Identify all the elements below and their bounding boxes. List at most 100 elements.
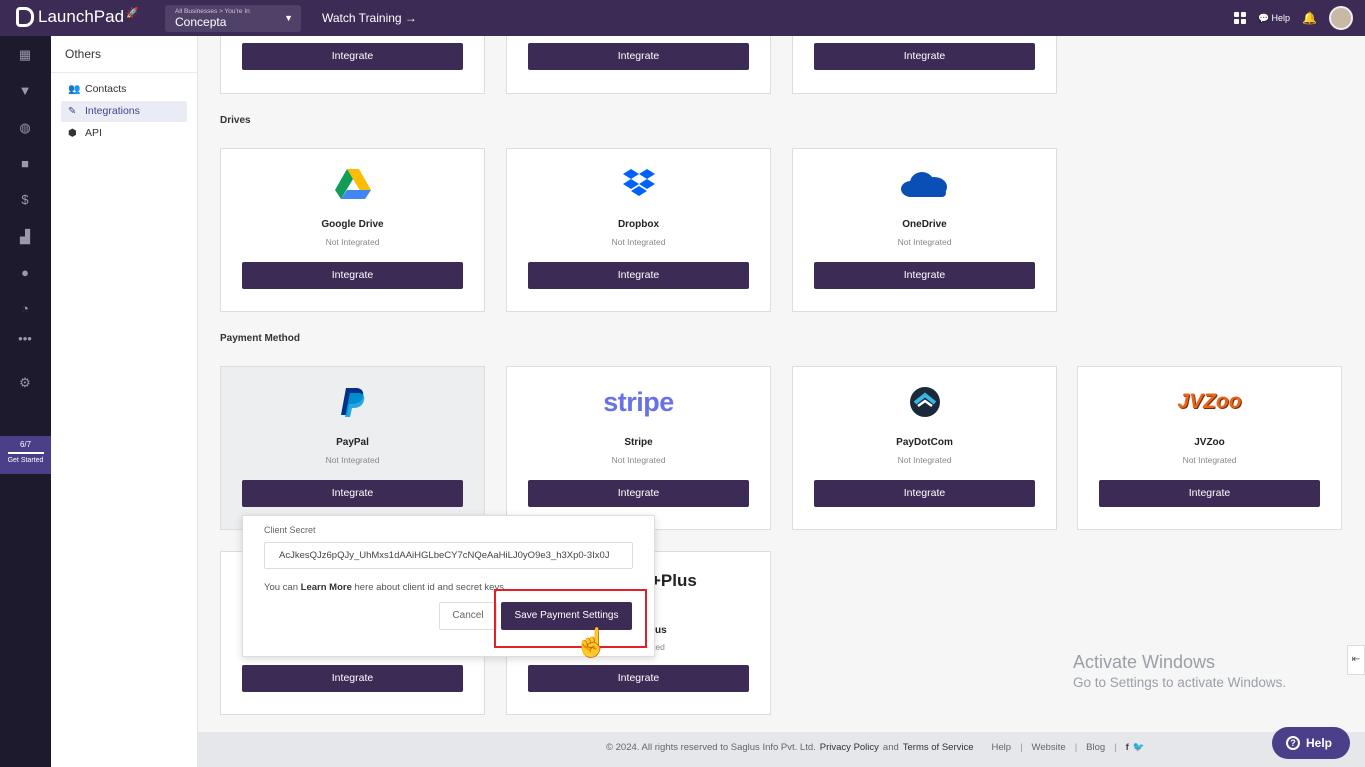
more-icon[interactable]: •••	[18, 332, 32, 346]
get-started-label: Get Started	[7, 457, 44, 464]
integration-name: OneDrive	[902, 219, 947, 230]
business-select[interactable]: All Businesses > You're In Concepta ▼	[165, 5, 301, 32]
integration-status: Not Integrated	[611, 455, 666, 465]
funnel-icon[interactable]: ▼	[18, 84, 32, 98]
footer-copyright: © 2024. All rights reserved to Saglus In…	[606, 742, 816, 753]
avatar[interactable]	[1329, 6, 1353, 30]
people-icon[interactable]: ●	[18, 266, 32, 280]
business-select-caption: All Businesses > You're In	[175, 8, 250, 15]
integrate-button[interactable]: Integrate	[528, 665, 749, 692]
integration-card-partial: Integrate	[506, 36, 771, 94]
highlight-box	[494, 589, 647, 648]
footer-website-link[interactable]: Website	[1032, 742, 1066, 753]
rocket-icon: 🚀	[126, 7, 139, 19]
watch-training-link[interactable]: Watch Training →	[322, 11, 417, 25]
analytics-icon[interactable]: ▟	[18, 230, 32, 244]
integration-card-paydotcom: PayDotCom Not Integrated Integrate	[792, 366, 1057, 530]
google-drive-icon	[221, 165, 484, 203]
business-select-value: Concepta	[175, 15, 227, 29]
subnav-item-contacts[interactable]: 👥 Contacts	[61, 79, 187, 100]
video-icon[interactable]: ■	[18, 157, 32, 171]
integrate-button[interactable]: Integrate	[528, 262, 749, 289]
integration-card-paypal: PayPal Not Integrated Integrate	[220, 366, 485, 530]
apps-grid-icon[interactable]	[1234, 12, 1247, 24]
subnav-item-api[interactable]: ⬢ API	[61, 123, 187, 144]
jvzoo-logo: JVZoo	[1177, 390, 1242, 413]
dollar-icon[interactable]: $	[18, 193, 32, 207]
client-secret-hint: You can Learn More here about client id …	[264, 582, 504, 593]
integrate-button[interactable]: Integrate	[528, 43, 749, 70]
brand-name: LaunchPad	[38, 7, 125, 26]
contacts-icon: 👥	[68, 84, 81, 95]
integration-card-partial: Integrate	[220, 36, 485, 94]
dropbox-icon	[507, 165, 770, 203]
integrate-button[interactable]: Integrate	[528, 480, 749, 507]
hand-cursor-icon: ☝	[574, 627, 609, 658]
integrate-button[interactable]: Integrate	[242, 665, 463, 692]
chevron-down-icon: ▼	[284, 13, 293, 23]
api-icon: ⬢	[68, 128, 77, 139]
subnav-item-label: API	[85, 127, 102, 139]
plus-logo-partial: +Plus	[651, 571, 697, 590]
integration-name: Dropbox	[617, 219, 660, 230]
footer-help-link[interactable]: Help	[992, 742, 1012, 753]
facebook-icon[interactable]: f	[1126, 742, 1129, 753]
launchpad-mark-icon	[16, 7, 34, 27]
launchpad-logo[interactable]: LaunchPad 🚀	[16, 7, 138, 27]
get-started-progress: 6/7	[19, 440, 32, 449]
activate-windows-watermark: Activate Windows Go to Settings to activ…	[1073, 652, 1287, 690]
footer-blog-link[interactable]: Blog	[1086, 742, 1105, 753]
integration-card-jvzoo: JVZoo JVZoo Not Integrated Integrate	[1077, 366, 1342, 530]
collapse-tab-icon[interactable]: ⇤	[1347, 645, 1365, 675]
integrate-button[interactable]: Integrate	[814, 262, 1035, 289]
integration-status: Not Integrated	[611, 237, 666, 247]
top-bar: LaunchPad 🚀 All Businesses > You're In C…	[0, 0, 1365, 36]
paypal-icon	[221, 383, 484, 421]
onedrive-icon	[793, 165, 1056, 203]
get-started-widget[interactable]: 6/7 Get Started	[0, 436, 51, 474]
top-icons: 💬 Help 🔔	[1234, 6, 1353, 30]
client-secret-input[interactable]: AcJkesQJz6pQJy_UhMxs1dAAiHGLbeCY7cNQeAaH…	[264, 542, 633, 569]
subnav-title: Others	[65, 47, 102, 61]
bell-icon[interactable]: 🔔	[1302, 11, 1317, 25]
left-icon-rail: ▦ ▼ ◍ ■ $ ▟ ● ◔ ••• ⚙ 6/7 Get Started	[0, 36, 51, 767]
section-label-drives: Drives	[220, 115, 251, 126]
globe-icon[interactable]: ◍	[18, 121, 32, 135]
integrate-button[interactable]: Integrate	[814, 480, 1035, 507]
stripe-logo: stripe	[603, 386, 674, 417]
help-button[interactable]: 💬 Help	[1258, 13, 1290, 24]
terms-of-service-link[interactable]: Terms of Service	[903, 742, 974, 753]
help-bubble-button[interactable]: ? Help	[1272, 727, 1350, 759]
integration-name: PayDotCom	[896, 437, 953, 448]
integration-card-dropbox: Dropbox Not Integrated Integrate	[506, 148, 771, 312]
integration-status: Not Integrated	[325, 455, 380, 465]
integrate-button[interactable]: Integrate	[242, 262, 463, 289]
twitter-icon[interactable]: 🐦	[1133, 742, 1145, 753]
subnav-divider	[51, 72, 198, 73]
gear-icon[interactable]: ⚙	[18, 376, 32, 390]
integrate-button[interactable]: Integrate	[814, 43, 1035, 70]
privacy-policy-link[interactable]: Privacy Policy	[820, 742, 879, 753]
footer: © 2024. All rights reserved to Saglus In…	[198, 732, 1365, 767]
integrate-button[interactable]: Integrate	[242, 43, 463, 70]
integration-status: Not Integrated	[897, 455, 952, 465]
subnav-item-integrations[interactable]: ✎ Integrations	[61, 101, 187, 122]
get-started-progress-bar	[7, 452, 44, 454]
dashboard-icon[interactable]: ▦	[18, 48, 32, 62]
help-bubble-label: Help	[1306, 736, 1333, 750]
integrate-button[interactable]: Integrate	[1099, 480, 1320, 507]
integration-name: Stripe	[624, 437, 653, 448]
integration-name: PayPal	[336, 437, 369, 448]
integration-name: Google Drive	[321, 219, 384, 230]
learn-more-link[interactable]: Learn More	[301, 582, 352, 593]
gauge-icon[interactable]: ◔	[18, 302, 32, 316]
cancel-button[interactable]: Cancel	[439, 602, 497, 630]
integrate-button[interactable]: Integrate	[242, 480, 463, 507]
client-secret-label: Client Secret	[264, 525, 316, 535]
subnav-item-label: Integrations	[85, 105, 140, 117]
integration-name: JVZoo	[1194, 437, 1225, 448]
integration-card-partial: Integrate	[792, 36, 1057, 94]
integration-status: Not Integrated	[897, 237, 952, 247]
paydotcom-icon	[793, 383, 1056, 421]
sub-navigation: Others 👥 Contacts ✎ Integrations ⬢ API	[51, 36, 198, 767]
